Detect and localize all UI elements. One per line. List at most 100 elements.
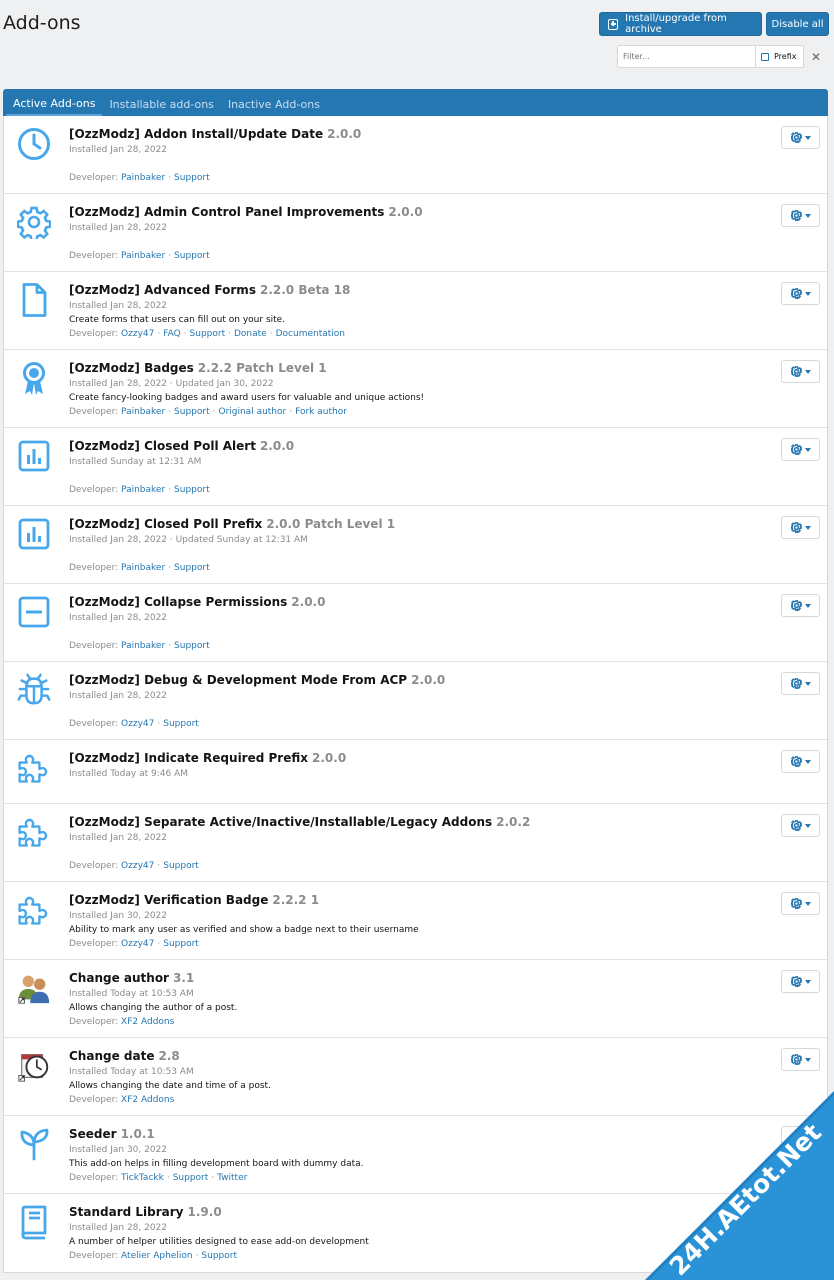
addon-name[interactable]: [OzzModz] Collapse Permissions [69, 595, 287, 609]
developer-link[interactable]: Support [173, 1173, 209, 1183]
addon-row: Standard Library 1.9.0 Installed Jan 28, 2… [4, 1194, 827, 1272]
addon-controls-button[interactable] [781, 126, 820, 149]
addon-title[interactable]: Change author 3.1 [69, 971, 194, 985]
addon-controls-button[interactable] [781, 892, 820, 915]
developer-link[interactable]: XF2 Addons [121, 1095, 174, 1105]
developer-link[interactable]: Ozzy47 [121, 719, 154, 729]
addon-name[interactable]: [OzzModz] Badges [69, 361, 194, 375]
developer-link[interactable]: Painbaker [121, 251, 165, 261]
developer-link[interactable]: Painbaker [121, 641, 165, 651]
prefix-checkbox[interactable] [761, 52, 769, 61]
developer-link[interactable]: Documentation [276, 329, 345, 339]
developer-link[interactable]: Donate [234, 329, 267, 339]
developer-link[interactable]: Painbaker [121, 173, 165, 183]
addon-name[interactable]: Seeder [69, 1127, 117, 1141]
addon-title[interactable]: [OzzModz] Verification Badge 2.2.2 1 [69, 893, 319, 907]
addon-installed-date: Installed Jan 28, 2022 [69, 833, 168, 843]
developer-link[interactable]: Ozzy47 [121, 329, 154, 339]
developer-link[interactable]: Twitter [217, 1173, 247, 1183]
developer-link[interactable]: Support [174, 173, 210, 183]
developer-link[interactable]: XF2 Addons [121, 1017, 174, 1027]
addon-name[interactable]: Change date [69, 1049, 154, 1063]
addon-title[interactable]: [OzzModz] Closed Poll Prefix 2.0.0 Patch … [69, 517, 395, 531]
developer-link[interactable]: Original author [218, 407, 286, 417]
addon-name[interactable]: [OzzModz] Indicate Required Prefix [69, 751, 308, 765]
addon-title[interactable]: Change date 2.8 [69, 1049, 180, 1063]
link-separator: · [212, 407, 216, 417]
developer-link[interactable]: Support [201, 1251, 237, 1261]
link-separator: · [195, 1251, 199, 1261]
addon-title[interactable]: [OzzModz] Debug & Development Mode From … [69, 673, 445, 687]
filter-input[interactable] [617, 45, 756, 68]
addon-controls-button[interactable] [781, 750, 820, 773]
addon-description: Create fancy-looking badges and award us… [69, 393, 425, 403]
addon-controls-button[interactable] [781, 672, 820, 695]
developer-label: Developer: [69, 719, 119, 729]
developer-link[interactable]: Ozzy47 [121, 861, 154, 871]
disable-all-button[interactable]: Disable all [766, 12, 829, 36]
addon-title[interactable]: Seeder 1.0.1 [69, 1127, 155, 1141]
clear-filter-button[interactable]: ✕ [804, 45, 828, 68]
addon-controls-button[interactable] [781, 970, 820, 993]
addon-title[interactable]: [OzzModz] Closed Poll Alert 2.0.0 [69, 439, 294, 453]
addon-title[interactable]: [OzzModz] Advanced Forms 2.2.0 Beta 18 [69, 283, 350, 297]
addon-controls-button[interactable] [781, 438, 820, 461]
addon-name[interactable]: [OzzModz] Separate Active/Inactive/Insta… [69, 815, 492, 829]
addon-name[interactable]: [OzzModz] Debug & Development Mode From … [69, 673, 407, 687]
developer-link[interactable]: Support [163, 939, 199, 949]
addon-controls-button[interactable] [781, 204, 820, 227]
developer-link[interactable]: TickTackk [121, 1173, 164, 1183]
addon-title[interactable]: Standard Library 1.9.0 [69, 1205, 222, 1219]
addon-name[interactable]: [OzzModz] Admin Control Panel Improvemen… [69, 205, 384, 219]
addon-controls-button[interactable] [781, 814, 820, 837]
developer-link[interactable]: Support [163, 861, 199, 871]
addon-controls-button[interactable] [781, 1204, 820, 1227]
addon-name[interactable]: [OzzModz] Addon Install/Update Date [69, 127, 323, 141]
addon-controls-button[interactable] [781, 594, 820, 617]
chevron-down-icon [804, 823, 811, 828]
install-upgrade-button[interactable]: Install/upgrade from archive [599, 12, 762, 36]
developer-link[interactable]: FAQ [163, 329, 180, 339]
link-separator: · [157, 719, 161, 729]
prefix-toggle[interactable]: Prefix [756, 45, 804, 68]
addon-controls-button[interactable] [781, 1048, 820, 1071]
addon-name[interactable]: [OzzModz] Verification Badge [69, 893, 268, 907]
calendar-clock-icon [16, 1046, 52, 1086]
addon-controls-button[interactable] [781, 1126, 820, 1149]
developer-link[interactable]: Painbaker [121, 485, 165, 495]
developer-link[interactable]: Support [174, 251, 210, 261]
addon-title[interactable]: [OzzModz] Separate Active/Inactive/Insta… [69, 815, 530, 829]
tab-inactive-add-ons[interactable]: Inactive Add-ons [221, 93, 327, 116]
developer-link[interactable]: Painbaker [121, 563, 165, 573]
developer-link[interactable]: Atelier Aphelion [121, 1251, 193, 1261]
addon-title[interactable]: [OzzModz] Badges 2.2.2 Patch Level 1 [69, 361, 327, 375]
addon-title[interactable]: [OzzModz] Indicate Required Prefix 2.0.0 [69, 751, 346, 765]
developer-link[interactable]: Painbaker [121, 407, 165, 417]
developer-link[interactable]: Fork author [295, 407, 347, 417]
plus-square-icon [608, 18, 619, 30]
addon-name[interactable]: Change author [69, 971, 169, 985]
tab-active-add-ons[interactable]: Active Add-ons [6, 93, 103, 116]
developer-link[interactable]: Support [174, 641, 210, 651]
tab-installable-add-ons[interactable]: Installable add-ons [102, 93, 220, 116]
developer-link[interactable]: Support [174, 485, 210, 495]
addon-controls-button[interactable] [781, 516, 820, 539]
addon-row: Change author 3.1 Installed Today at 10:53… [4, 960, 827, 1038]
developer-link[interactable]: Support [190, 329, 226, 339]
addon-name[interactable]: [OzzModz] Advanced Forms [69, 283, 256, 297]
bug-icon [16, 670, 52, 710]
addon-controls-button[interactable] [781, 282, 820, 305]
addon-name[interactable]: [OzzModz] Closed Poll Alert [69, 439, 256, 453]
developer-link[interactable]: Support [163, 719, 199, 729]
gear-icon [790, 366, 802, 377]
developer-link[interactable]: Support [174, 563, 210, 573]
addon-name[interactable]: Standard Library [69, 1205, 184, 1219]
addon-installed-date: Installed Jan 28, 2022 [69, 301, 168, 311]
developer-link[interactable]: Ozzy47 [121, 939, 154, 949]
addon-name[interactable]: [OzzModz] Closed Poll Prefix [69, 517, 262, 531]
developer-link[interactable]: Support [174, 407, 210, 417]
addon-title[interactable]: [OzzModz] Collapse Permissions 2.0.0 [69, 595, 325, 609]
addon-title[interactable]: [OzzModz] Admin Control Panel Improvemen… [69, 205, 423, 219]
addon-controls-button[interactable] [781, 360, 820, 383]
addon-title[interactable]: [OzzModz] Addon Install/Update Date 2.0.0 [69, 127, 361, 141]
